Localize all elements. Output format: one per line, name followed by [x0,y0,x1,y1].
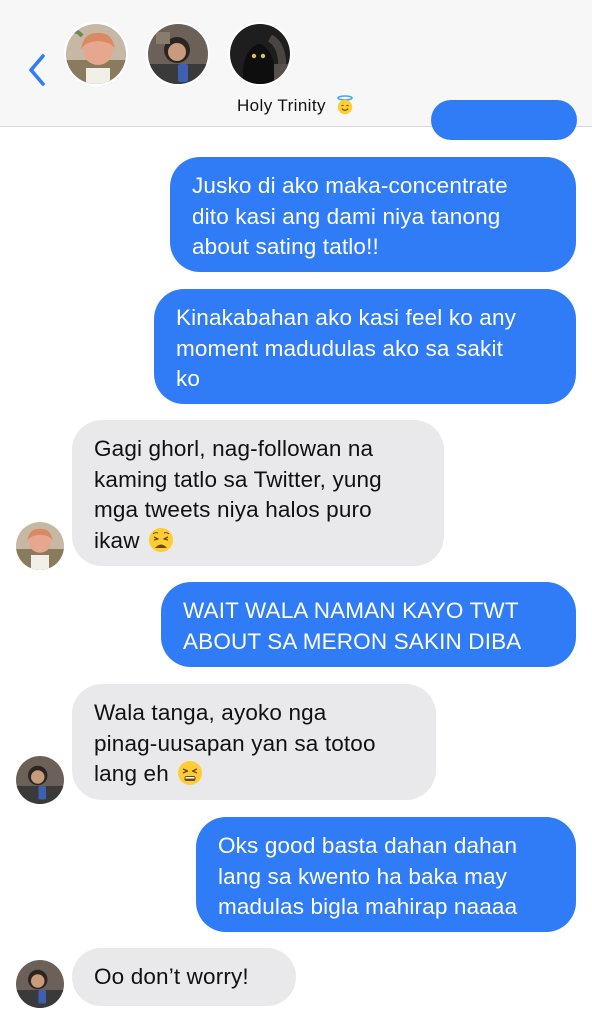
message-bubble-incoming[interactable]: Gagi ghorl, nag-followan na kaming tatlo… [72,420,444,566]
message-text: WAIT WALA NAMAN KAYO TWT [183,598,519,623]
message-bubble-outgoing[interactable]: Oks good basta dahan dahan lang sa kwent… [196,817,576,932]
sender-avatar[interactable] [16,522,64,570]
avatar-photo-1 [66,24,126,84]
message-text: Jusko di ako maka-concentrate [192,173,508,198]
avatar-photo-2 [16,960,64,1008]
message-text: ko [176,366,201,391]
sender-avatar[interactable] [16,960,64,1008]
avatar-photo-3 [230,24,290,84]
avatar-photo-1 [16,522,64,570]
weary-face-icon [149,527,174,552]
participant-avatar-3[interactable] [228,22,292,86]
message-bubble-outgoing[interactable]: Jusko di ako maka-concentrate dito kasi … [170,157,576,272]
message-bubble-outgoing[interactable]: Kinakabahan ako kasi feel ko any moment … [154,289,576,404]
message-text: mga tweets niya halos puro [94,497,372,522]
message-text: lang sa kwento ha baka may [218,863,508,889]
participant-avatar-1[interactable] [64,22,128,86]
message-text: dito kasi ang dami niya tanong [192,203,501,229]
avatar-photo-2 [16,756,64,804]
message-text: Wala tanga, ayoko nga [94,700,327,725]
avatar-photo-2 [148,24,208,84]
chevron-left-icon [29,54,45,86]
message-text: Oo don’t worry! [94,964,249,989]
message-bubble-incoming[interactable]: Wala tanga, ayoko nga pinag-uusapan yan … [72,684,436,800]
message-text: pinag-uusapan yan sa totoo [94,730,376,756]
message-text: moment madudulas ako sa sakit [176,335,504,361]
message-bubble-outgoing[interactable]: WAIT WALA NAMAN KAYO TWT ABOUT SA MERON … [161,582,576,667]
message-text: ABOUT SA MERON SAKIN DIBA [183,628,522,654]
message-bubble-incoming[interactable]: Oo don’t worry! [72,948,296,1006]
smiling-face-with-halo-icon [337,95,353,115]
message-text: about sating tatlo!! [192,234,379,259]
back-button[interactable] [22,50,52,90]
group-name: Holy Trinity [237,96,326,115]
sender-avatar[interactable] [16,756,64,804]
message-text: ikaw [94,527,140,553]
message-text: lang eh [94,761,169,786]
message-text: Kinakabahan ako kasi feel ko any [176,305,517,330]
participant-avatar-2[interactable] [146,22,210,86]
message-bubble-partial[interactable] [431,100,577,140]
message-text: Gagi ghorl, nag-followan na [94,436,374,461]
message-text: Oks good basta dahan dahan [218,833,518,858]
tired-face-icon [178,761,203,785]
message-text: madulas bigla mahirap naaaa [218,894,518,919]
message-text: kaming tatlo sa Twitter, yung [94,466,382,492]
